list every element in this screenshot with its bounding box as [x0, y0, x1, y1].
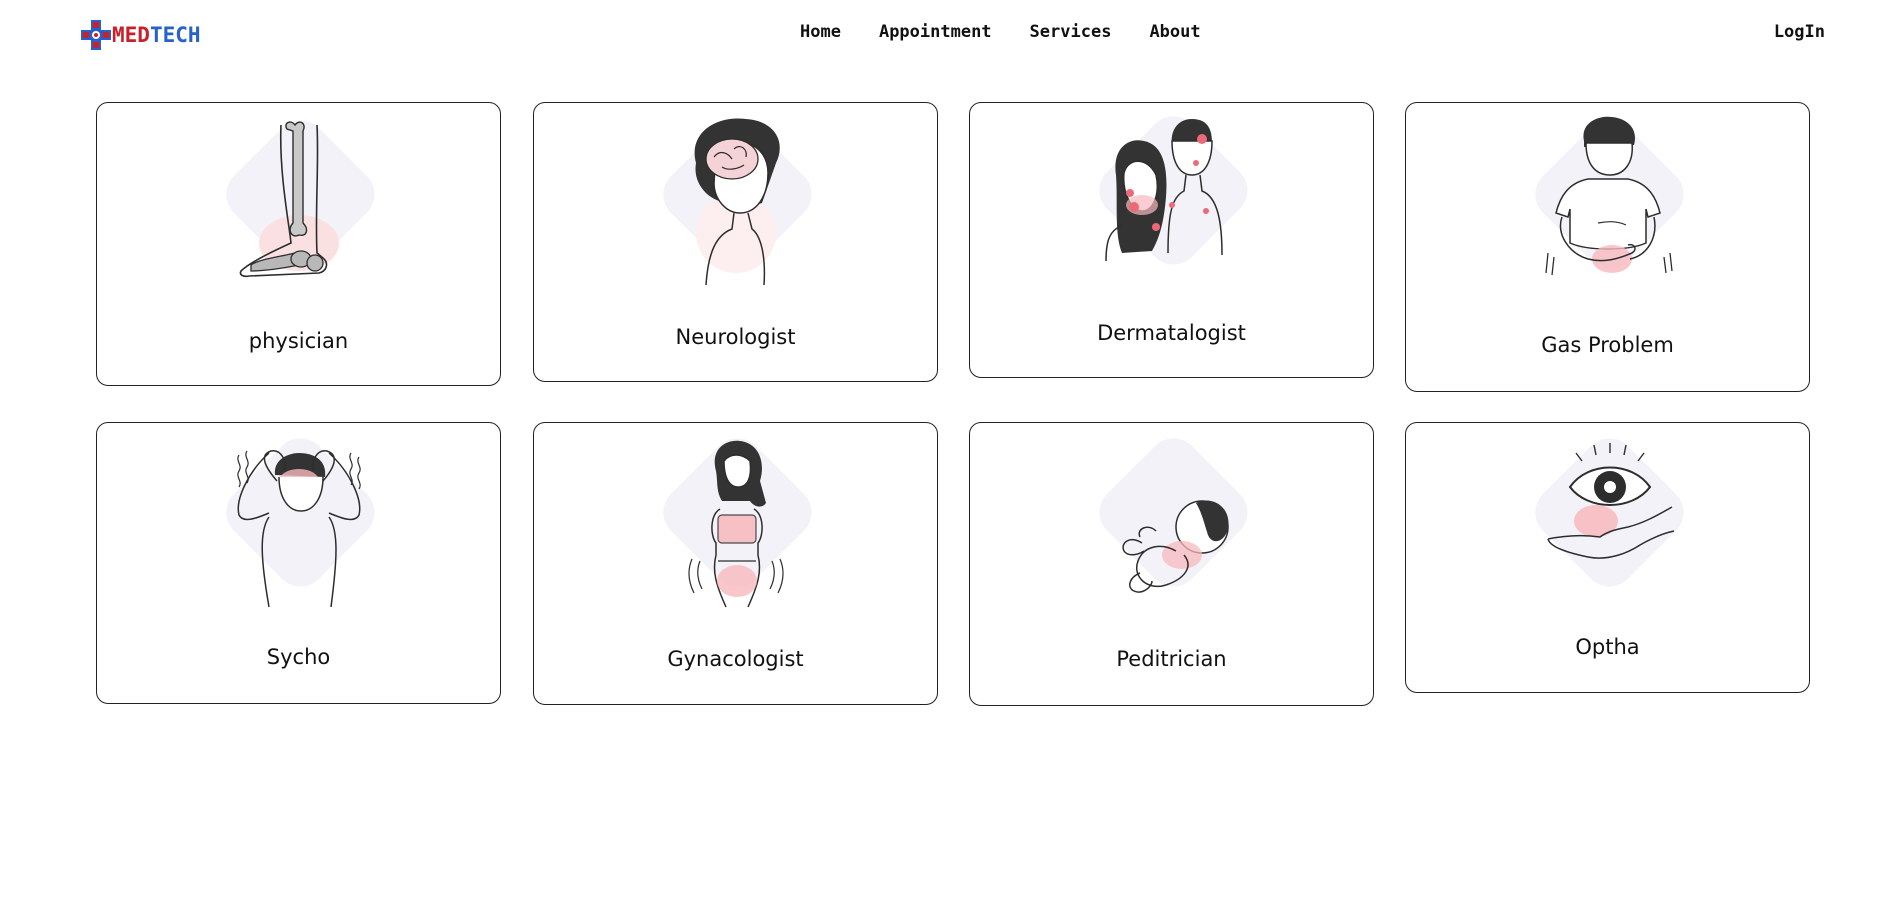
- brand-logo[interactable]: MEDTECH: [80, 20, 201, 50]
- service-label: Dermatalogist: [1097, 321, 1246, 345]
- nav-home-link[interactable]: Home: [800, 22, 841, 42]
- stomach-ache-icon: [1534, 116, 1683, 276]
- service-label: Optha: [1575, 635, 1640, 659]
- service-label: Neurologist: [675, 325, 796, 349]
- service-label: Peditrician: [1116, 647, 1227, 671]
- eye-hand-icon: [1534, 438, 1683, 587]
- service-label: Gas Problem: [1541, 333, 1674, 357]
- service-label: Sycho: [266, 645, 331, 669]
- nav-about-link[interactable]: About: [1149, 22, 1200, 42]
- baby-icon: [1098, 438, 1247, 593]
- nav-services-link[interactable]: Services: [1030, 22, 1112, 42]
- service-card-dermatalogist[interactable]: Dermatalogist: [969, 102, 1374, 378]
- stressed-man-icon: [225, 438, 374, 608]
- brand-name: MEDTECH: [112, 20, 201, 50]
- service-label: Gynacologist: [667, 647, 804, 671]
- medical-cross-logo-icon: [81, 20, 111, 50]
- service-label: physician: [248, 329, 349, 353]
- service-card-sycho[interactable]: Sycho: [96, 422, 501, 704]
- service-card-gas-problem[interactable]: Gas Problem: [1405, 102, 1810, 392]
- service-card-neurologist[interactable]: Neurologist: [533, 102, 938, 382]
- brand-name-part1: MED: [112, 23, 150, 47]
- brain-head-icon: [662, 118, 811, 286]
- service-card-physician[interactable]: physician: [96, 102, 501, 386]
- brand-name-part2: TECH: [149, 23, 201, 47]
- service-card-gynacologist[interactable]: Gynacologist: [533, 422, 938, 705]
- skin-couple-icon: [1098, 116, 1247, 265]
- bone-leg-icon: [225, 120, 374, 278]
- top-navbar: MEDTECH Home Appointment Services About …: [0, 0, 1889, 70]
- main-nav: Home Appointment Services About: [800, 22, 1201, 42]
- service-card-optha[interactable]: Optha: [1405, 422, 1810, 693]
- service-card-peditrician[interactable]: Peditrician: [969, 422, 1374, 706]
- woman-body-icon: [662, 438, 811, 608]
- nav-appointment-link[interactable]: Appointment: [879, 22, 992, 42]
- login-link[interactable]: LogIn: [1774, 22, 1825, 42]
